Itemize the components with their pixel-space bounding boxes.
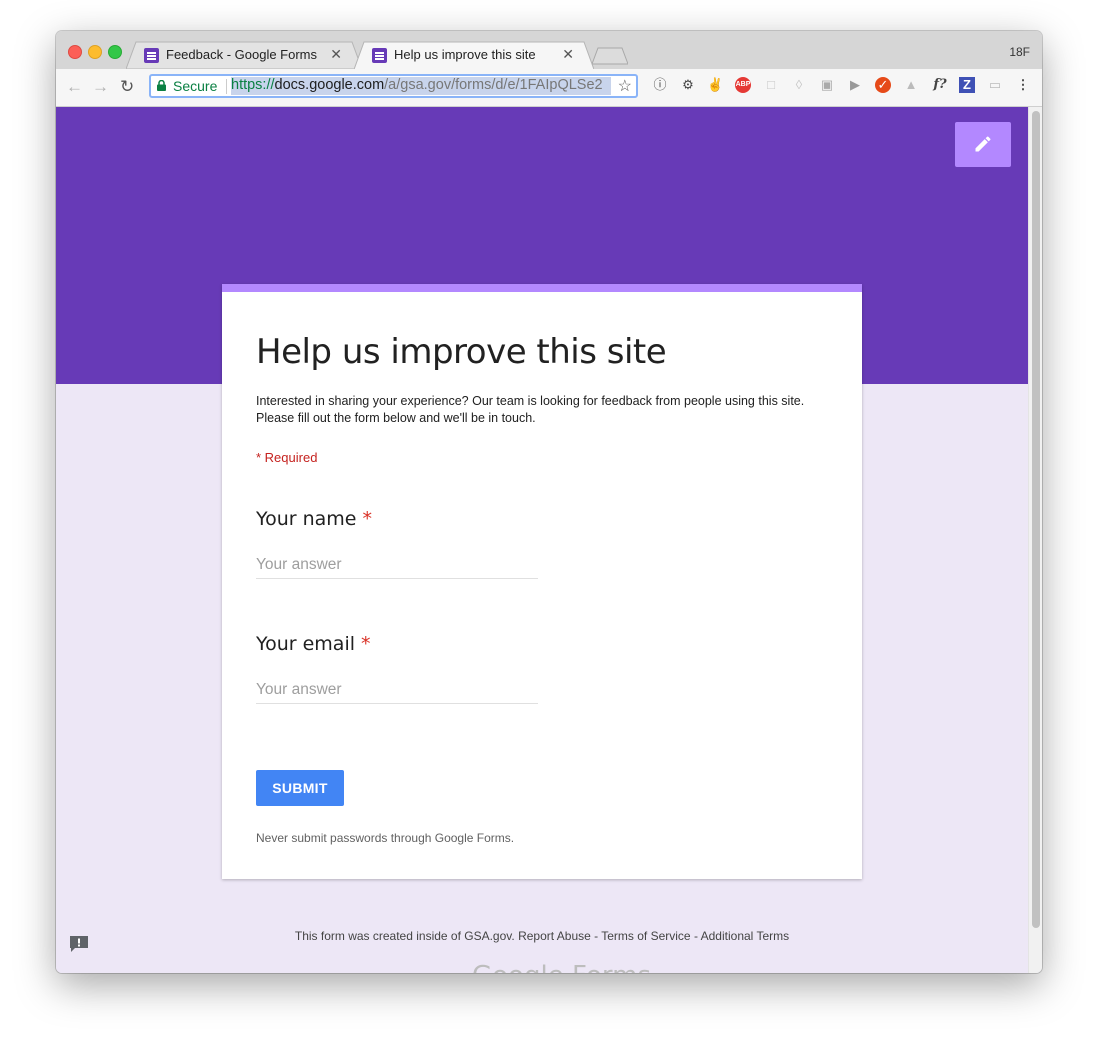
bookmark-star-icon[interactable]: ☆: [618, 76, 632, 96]
extension-icon[interactable]: ▲: [903, 77, 919, 93]
scrollbar[interactable]: [1028, 107, 1042, 973]
footer: This form was created inside of GSA.gov.…: [56, 929, 1028, 943]
secure-label: Secure: [173, 78, 218, 94]
scrollbar-thumb[interactable]: [1032, 111, 1040, 928]
url-path: /a/gsa.gov/forms/d/e/1FAIpQLSe2: [384, 77, 603, 93]
peace-icon[interactable]: ✌: [707, 77, 723, 93]
new-tab-button[interactable]: [592, 47, 628, 65]
tab-help-us[interactable]: Help us improve this site ✕: [354, 41, 594, 69]
additional-terms-link[interactable]: Additional Terms: [701, 929, 790, 943]
toolbar: ← → ↻ Secure https://docs.google.com/a/g…: [56, 69, 1042, 107]
required-asterisk: *: [362, 508, 373, 530]
lock-icon: [157, 80, 166, 91]
tab-title: Feedback - Google Forms: [166, 47, 318, 62]
form-card: Help us improve this site Interested in …: [222, 284, 862, 879]
email-input[interactable]: [256, 677, 538, 704]
gear-icon[interactable]: ⚙: [680, 77, 696, 93]
tab-strip: Feedback - Google Forms ✕ Help us improv…: [56, 31, 1042, 70]
close-tab-icon[interactable]: ✕: [562, 46, 574, 63]
question-name-label: Your name *: [256, 508, 372, 530]
question-label-text: Your name: [256, 508, 357, 530]
play-icon[interactable]: ▶: [847, 77, 863, 93]
submit-button[interactable]: SUBMIT: [256, 770, 344, 806]
footer-separator: -: [590, 929, 602, 943]
forms-favicon-icon: [144, 48, 159, 63]
forms-favicon-icon: [372, 48, 387, 63]
menu-icon[interactable]: ⋮: [1015, 77, 1031, 93]
zotero-icon[interactable]: Z: [959, 77, 975, 93]
adblock-icon[interactable]: ABP: [735, 77, 751, 93]
required-note: * Required: [256, 450, 318, 465]
url-text[interactable]: https://docs.google.com/a/gsa.gov/forms/…: [231, 77, 611, 95]
form-description: Interested in sharing your experience? O…: [256, 394, 805, 425]
tab-title: Help us improve this site: [394, 47, 536, 62]
pencil-icon: [975, 136, 991, 152]
google-forms-logo[interactable]: Google Forms: [472, 961, 651, 973]
page-content: Help us improve this site Interested in …: [56, 107, 1028, 973]
password-warning: Never submit passwords through Google Fo…: [256, 831, 515, 845]
edit-button[interactable]: [955, 122, 1011, 167]
close-tab-icon[interactable]: ✕: [330, 46, 342, 63]
url-scheme: https://: [231, 77, 275, 93]
footer-created-text: This form was created inside of GSA.gov.: [294, 929, 515, 943]
address-separator: [226, 79, 227, 94]
extension-icon[interactable]: ▣: [819, 77, 835, 93]
question-email-label: Your email *: [256, 633, 371, 655]
zoom-window-button[interactable]: [108, 45, 122, 59]
close-window-button[interactable]: [68, 45, 82, 59]
url-host: docs.google.com: [274, 77, 385, 93]
extension-icon[interactable]: ◊: [791, 77, 807, 93]
required-asterisk: *: [361, 633, 371, 655]
extension-icon[interactable]: □: [763, 77, 779, 93]
browser-window: Feedback - Google Forms ✕ Help us improv…: [56, 31, 1042, 973]
question-label-text: Your email: [256, 633, 355, 655]
minimize-window-button[interactable]: [88, 45, 102, 59]
extension-icon[interactable]: ✓: [875, 77, 891, 93]
reload-icon[interactable]: ↻: [120, 77, 134, 97]
profile-label[interactable]: 18F: [1009, 45, 1030, 59]
terms-of-service-link[interactable]: Terms of Service: [601, 929, 690, 943]
form-title: Help us improve this site: [256, 332, 667, 372]
tab-feedback[interactable]: Feedback - Google Forms ✕: [126, 41, 362, 69]
name-input[interactable]: [256, 552, 538, 579]
font-icon[interactable]: f?: [929, 77, 951, 93]
report-abuse-link[interactable]: Report Abuse: [518, 929, 591, 943]
forward-arrow-icon[interactable]: →: [92, 77, 109, 97]
back-arrow-icon[interactable]: ←: [66, 77, 83, 97]
address-bar[interactable]: Secure https://docs.google.com/a/gsa.gov…: [149, 74, 638, 98]
cast-icon[interactable]: ▭: [987, 77, 1003, 93]
info-icon[interactable]: ⓘ: [652, 77, 668, 93]
footer-separator: -: [690, 929, 701, 943]
